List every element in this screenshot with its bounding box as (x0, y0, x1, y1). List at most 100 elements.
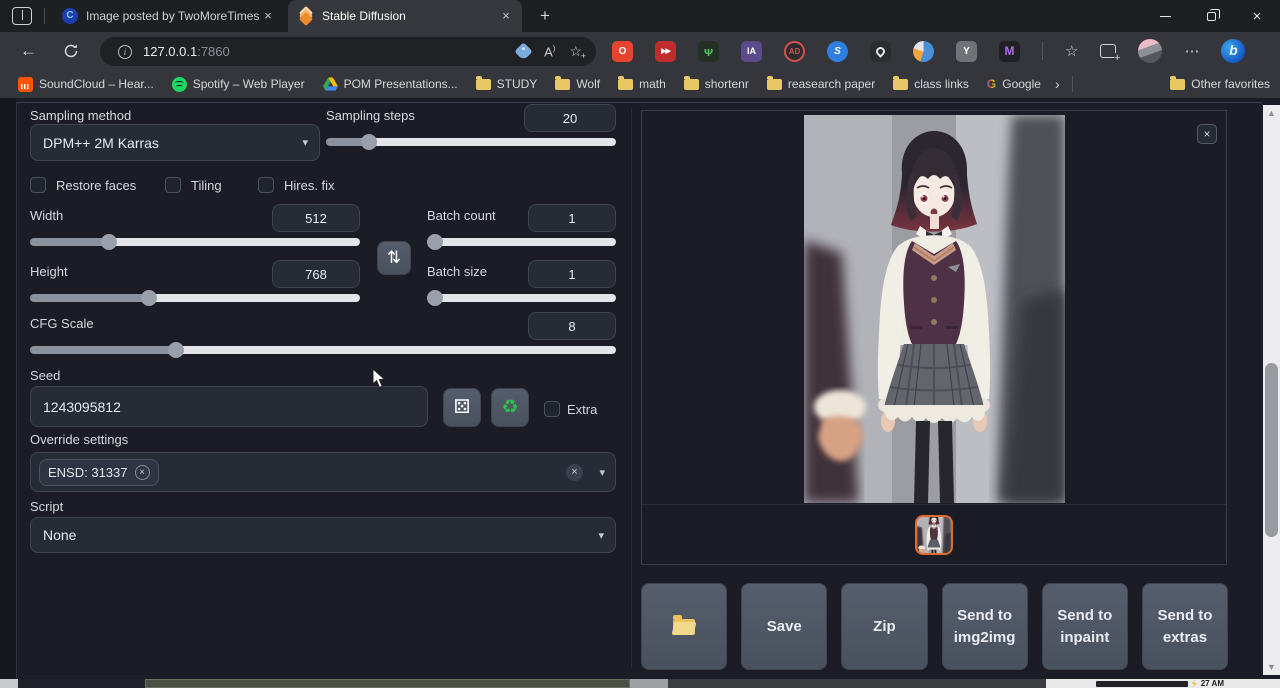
collections-icon[interactable] (1100, 44, 1116, 58)
swap-dimensions-button[interactable]: ⇅ (377, 241, 411, 275)
cfg-scale-value[interactable]: 8 (528, 312, 616, 340)
batch-size-slider[interactable] (427, 290, 616, 306)
restore-faces-label: Restore faces (56, 178, 136, 193)
bookmark-study[interactable]: STUDY (476, 77, 538, 91)
send-to-extras-button[interactable]: Send to extras (1142, 583, 1228, 670)
bookmark-pom[interactable]: POM Presentations... (323, 77, 458, 91)
batch-size-value[interactable]: 1 (528, 260, 616, 288)
height-slider[interactable] (30, 290, 360, 306)
extension-gremlin-icon[interactable]: ᴪ (698, 41, 719, 62)
extension-y-icon[interactable]: Y (956, 41, 977, 62)
extra-checkbox[interactable] (544, 401, 560, 417)
extension-opera-icon[interactable]: O (612, 41, 633, 62)
bookmark-wolf[interactable]: Wolf (555, 77, 600, 91)
chevron-down-icon[interactable]: ▾ (599, 466, 605, 479)
height-value[interactable]: 768 (272, 260, 360, 288)
slider-knob[interactable] (427, 234, 443, 250)
slider-knob[interactable] (361, 134, 377, 150)
bookmarks-overflow-icon[interactable]: › (1055, 76, 1060, 92)
bookmark-soundcloud[interactable]: SoundCloud – Hear... (18, 77, 154, 92)
tab-close-icon[interactable]: × (260, 8, 276, 24)
sampling-steps-value[interactable]: 20 (524, 104, 616, 132)
window-close-button[interactable]: × (1234, 0, 1280, 32)
back-button[interactable]: ← (20, 41, 37, 61)
image-close-button[interactable]: × (1197, 124, 1217, 144)
open-folder-button[interactable] (641, 583, 727, 670)
random-seed-button[interactable]: ⚄ (443, 388, 481, 427)
settings-menu-icon[interactable]: ⋯ (1184, 42, 1199, 60)
spark-icon (1192, 680, 1197, 687)
batch-size-label: Batch size (427, 264, 487, 279)
tab-stable-diffusion[interactable]: Stable Diffusion × (288, 0, 522, 32)
extension-shazam-icon[interactable]: S (827, 41, 848, 62)
scroll-down-icon[interactable]: ▼ (1263, 659, 1280, 675)
c-favicon-icon: C (62, 8, 78, 24)
bing-sidebar-icon[interactable]: b (1221, 39, 1245, 63)
restore-faces-checkbox[interactable] (30, 177, 46, 193)
thumbnail-selected[interactable] (915, 515, 953, 555)
minimize-button[interactable] (1142, 0, 1188, 32)
extension-internet-archive-icon[interactable]: IA (741, 41, 762, 62)
bookmark-google[interactable]: GGoogle (987, 77, 1041, 91)
favorites-hub-icon[interactable]: ☆ (1065, 42, 1078, 60)
reuse-seed-button[interactable]: ♻ (491, 388, 529, 427)
extension-fastforward-icon[interactable]: ▶▶ (655, 41, 676, 62)
refresh-button[interactable] (63, 43, 79, 59)
extension-medium-icon[interactable]: M (999, 41, 1020, 62)
extension-globe-icon[interactable] (913, 41, 934, 62)
chip-remove-icon[interactable]: × (135, 465, 150, 480)
slider-knob[interactable] (101, 234, 117, 250)
batch-count-value[interactable]: 1 (528, 204, 616, 232)
new-tab-button[interactable]: + (534, 6, 556, 26)
bookmark-spotify[interactable]: Spotify – Web Player (172, 77, 305, 92)
scroll-up-icon[interactable]: ▲ (1263, 105, 1280, 121)
shopping-tag-icon[interactable] (514, 42, 532, 60)
hires-fix-checkbox[interactable] (258, 177, 274, 193)
cfg-scale-slider[interactable] (30, 342, 616, 358)
sampling-method-dropdown[interactable]: DPM++ 2M Karras▾ (30, 124, 320, 161)
bookmark-shortenr[interactable]: shortenr (684, 77, 749, 91)
add-favorite-icon[interactable]: ☆+ (569, 43, 582, 60)
vertical-scrollbar[interactable]: ▲ ▼ (1263, 105, 1280, 675)
override-settings-input[interactable]: ENSD: 31337× × ▾ (30, 452, 616, 492)
site-info-icon[interactable]: i (118, 45, 132, 59)
other-favorites[interactable]: Other favorites (1170, 77, 1270, 91)
tab-image-posted[interactable]: C Image posted by TwoMoreTimes × (52, 0, 284, 32)
slider-knob[interactable] (141, 290, 157, 306)
zip-button[interactable]: Zip (841, 583, 927, 670)
batch-count-slider[interactable] (427, 234, 616, 250)
extension-adguard-icon[interactable]: AD (784, 41, 805, 62)
spotify-icon (172, 77, 187, 92)
clear-all-icon[interactable]: × (566, 464, 583, 481)
folder-icon (476, 79, 491, 90)
send-to-inpaint-button[interactable]: Send to inpaint (1042, 583, 1128, 670)
width-value[interactable]: 512 (272, 204, 360, 232)
send-to-img2img-button[interactable]: Send to img2img (942, 583, 1028, 670)
slider-knob[interactable] (427, 290, 443, 306)
tab-actions-icon[interactable] (12, 7, 32, 25)
read-aloud-icon[interactable]: A) (544, 44, 555, 59)
script-dropdown[interactable]: None▾ (30, 517, 616, 553)
save-button[interactable]: Save (741, 583, 827, 670)
restore-button[interactable] (1188, 0, 1234, 32)
generated-image[interactable] (804, 115, 1065, 503)
folder-icon (1170, 79, 1185, 90)
bookmark-reasearch-paper[interactable]: reasearch paper (767, 77, 875, 91)
seed-input[interactable]: 1243095812 (30, 386, 428, 427)
hscroll-left-arrow[interactable] (0, 679, 18, 688)
sampling-steps-slider[interactable] (326, 134, 616, 150)
extension-pin-icon[interactable] (870, 41, 891, 62)
drive-icon (323, 77, 338, 91)
profile-avatar[interactable] (1138, 39, 1162, 63)
scrollbar-thumb[interactable] (1265, 363, 1278, 537)
bookmark-math[interactable]: math (618, 77, 666, 91)
bottom-strip: 27 AM (0, 679, 1280, 688)
width-slider[interactable] (30, 234, 360, 250)
hscroll-thumb[interactable] (145, 679, 630, 688)
slider-knob[interactable] (168, 342, 184, 358)
override-chip[interactable]: ENSD: 31337× (39, 459, 159, 486)
bookmark-class-links[interactable]: class links (893, 77, 969, 91)
address-bar[interactable]: i 127.0.0.1:7860 A) ☆+ (100, 37, 596, 66)
tiling-checkbox[interactable] (165, 177, 181, 193)
tab-close-icon[interactable]: × (498, 8, 514, 24)
